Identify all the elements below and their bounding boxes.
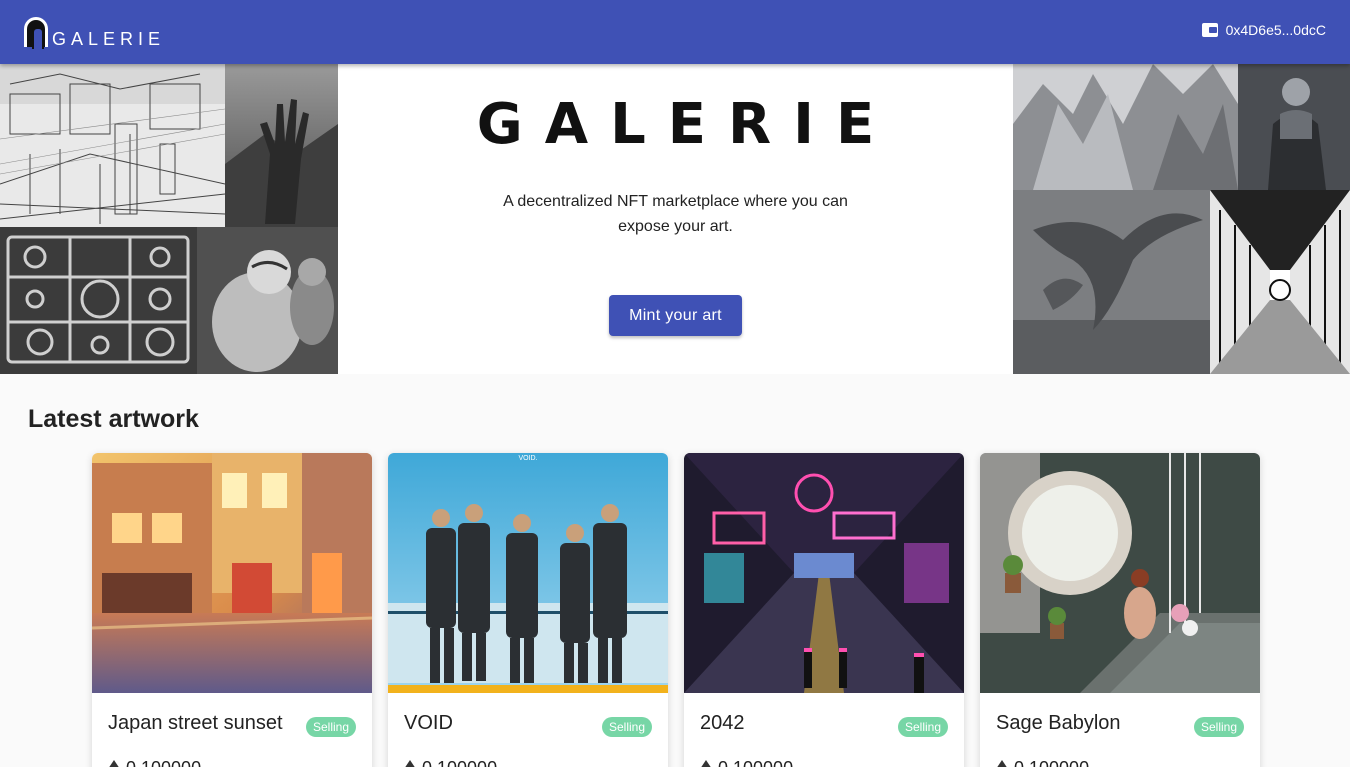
mint-your-art-button[interactable]: Mint your art (609, 295, 742, 336)
artwork-price: 0.100000 (700, 758, 793, 767)
price-value: 0.100000 (1014, 758, 1089, 767)
artwork-image[interactable] (92, 453, 372, 693)
hero-art-corridor (1210, 190, 1350, 374)
ethereum-icon (405, 759, 415, 767)
app-bar: GALERIE 0x4D6e5...0dcC (0, 0, 1350, 64)
artwork-title: 2042 (700, 712, 745, 734)
price-value: 0.100000 (422, 758, 497, 767)
logo-mark-icon (24, 17, 48, 49)
hero-title: GALERIE (476, 92, 897, 157)
artwork-title: VOID (404, 712, 453, 734)
artwork-card[interactable]: Japan street sunset Selling 0.100000 (92, 453, 372, 767)
hero-art-hand (225, 64, 338, 227)
hero-subtitle: A decentralized NFT marketplace where yo… (503, 193, 848, 235)
status-badge: Selling (1193, 717, 1244, 737)
hero-center: GALERIE A decentralized NFT marketplace … (338, 64, 1013, 374)
artwork-card[interactable]: VOID. VOID Selling 0.100000 (388, 453, 668, 767)
logo-text: GALERIE (52, 29, 166, 49)
ethereum-icon (701, 759, 711, 767)
artwork-image[interactable] (980, 453, 1260, 693)
artwork-card[interactable]: 2042 Selling 0.100000 (684, 453, 964, 767)
logo[interactable]: GALERIE (24, 15, 166, 49)
artwork-title: Japan street sunset (108, 712, 283, 734)
status-badge: Selling (305, 717, 356, 737)
void-caption: VOID. (518, 455, 537, 462)
artwork-title: Sage Babylon (996, 712, 1121, 734)
ethereum-icon (997, 759, 1007, 767)
ethereum-icon (109, 759, 119, 767)
status-badge: Selling (897, 717, 948, 737)
hero-art-cliffs (1013, 64, 1238, 190)
artwork-card[interactable]: Sage Babylon Selling 0.100000 (980, 453, 1260, 767)
hero-art-creature (1013, 190, 1210, 374)
hero-art-model-kit (0, 227, 197, 374)
wallet-button[interactable]: 0x4D6e5...0dcC (1201, 22, 1326, 38)
latest-artwork-heading: Latest artwork (28, 405, 199, 433)
hero-section: GALERIE A decentralized NFT marketplace … (0, 64, 1350, 374)
hero-art-characters (197, 227, 338, 374)
price-value: 0.100000 (718, 758, 793, 767)
wallet-icon (1201, 23, 1218, 37)
artwork-price: 0.100000 (404, 758, 497, 767)
hero-art-street-sketch (0, 64, 225, 227)
artwork-image[interactable]: VOID. (388, 453, 668, 693)
wallet-address: 0x4D6e5...0dcC (1225, 22, 1326, 38)
artwork-price: 0.100000 (996, 758, 1089, 767)
status-badge: Selling (601, 717, 652, 737)
artwork-image[interactable] (684, 453, 964, 693)
hero-art-portrait (1238, 64, 1350, 190)
artwork-price: 0.100000 (108, 758, 201, 767)
price-value: 0.100000 (126, 758, 201, 767)
